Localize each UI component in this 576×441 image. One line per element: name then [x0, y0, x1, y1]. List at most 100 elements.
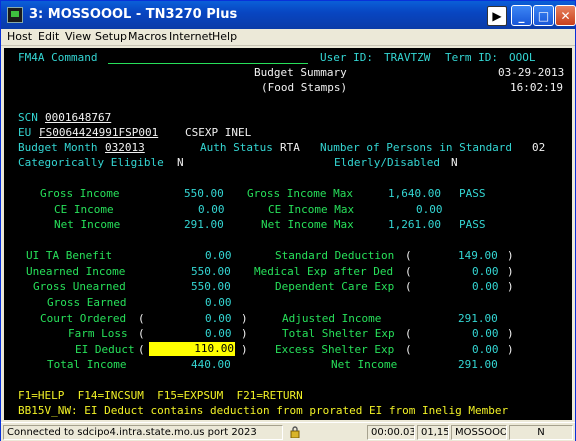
left-row-label: Gross Earned — [47, 296, 127, 309]
left-row-label: Farm Loss — [68, 327, 128, 340]
paren-close: ) — [241, 327, 248, 340]
net-income-label: Net Income — [54, 218, 121, 231]
terminal-app-icon[interactable] — [7, 7, 23, 23]
right-row-label: Excess Shelter Exp — [275, 343, 395, 356]
connection-status: Connected to sdcipo4.intra.state.mo.us p… — [3, 425, 283, 440]
message-line: BB15V_NW: EI Deduct contains deduction f… — [18, 404, 509, 417]
lock-icon — [290, 426, 300, 438]
eu-value: FS0064424991FSP001 — [39, 126, 159, 139]
ce-income-label: CE Income — [54, 203, 114, 216]
right-row-value: 291.00 — [458, 358, 498, 371]
user-id-label: User ID: — [320, 51, 373, 64]
persons-label: Number of Persons in Standard — [320, 141, 513, 154]
paren-open: ( — [405, 280, 412, 293]
paren-open: ( — [405, 343, 412, 356]
court-ordered-field[interactable]: 0.00 — [205, 312, 232, 325]
app-window: 3: MOSSOOOL - TN3270 Plus ▶ _ □ ✕ Host E… — [0, 0, 576, 441]
status-bar: Connected to sdcipo4.intra.state.mo.us p… — [1, 422, 575, 441]
left-row-label: EI Deduct — [75, 343, 135, 356]
term-id-label: Term ID: — [445, 51, 498, 64]
gross-income-max-label: Gross Income Max — [247, 187, 353, 200]
terminal-screen[interactable]: FM4A Command User ID: TRAVTZW Term ID: O… — [4, 48, 572, 420]
paren-open: ( — [405, 249, 412, 262]
auth-status-value: RTA — [280, 141, 300, 154]
eu-label: EU — [18, 126, 32, 139]
farm-loss-field[interactable]: 0.00 — [205, 327, 232, 340]
net-income-max-label: Net Income Max — [261, 218, 354, 231]
paren-open: ( — [138, 312, 145, 325]
paren-close: ) — [507, 265, 514, 278]
right-row-label: Total Shelter Exp — [282, 327, 395, 340]
paren-open: ( — [138, 327, 145, 340]
right-row-label: Net Income — [331, 358, 398, 371]
left-row-label: Total Income — [47, 358, 127, 371]
left-row-value: 440.00 — [191, 358, 231, 371]
paren-close: ) — [241, 343, 248, 356]
net-income-max-value: 1,261.00 — [388, 218, 441, 231]
paren-close: ) — [507, 343, 514, 356]
left-row-value: 0.00 — [205, 296, 232, 309]
paren-open: ( — [138, 343, 145, 356]
menu-edit[interactable]: Edit — [38, 30, 59, 43]
dependent-care-field[interactable]: 0.00 — [472, 280, 499, 293]
left-row-label: Gross Unearned — [33, 280, 126, 293]
eu-extra: CSEXP INEL — [185, 126, 252, 139]
play-macro-button[interactable]: ▶ — [487, 6, 507, 26]
net-income-result: PASS — [459, 218, 486, 231]
left-row-label: UI TA Benefit — [26, 249, 113, 262]
timer: 00:00.031 — [367, 425, 415, 440]
command-input[interactable] — [108, 51, 308, 64]
elderly-value: N — [451, 156, 458, 169]
auth-status-label: Auth Status — [200, 141, 273, 154]
excess-shelter-field[interactable]: 0.00 — [472, 343, 499, 356]
left-row-label: Unearned Income — [26, 265, 126, 278]
gross-income-result: PASS — [459, 187, 486, 200]
left-row-value: 550.00 — [191, 280, 231, 293]
screen-heading: Budget Summary — [254, 66, 347, 79]
menu-host[interactable]: Host — [7, 30, 32, 43]
menu-setup[interactable]: Setup — [95, 30, 127, 43]
mode-indicator: N — [509, 425, 573, 440]
paren-close: ) — [507, 249, 514, 262]
ce-income-max-value: 0.00 — [416, 203, 443, 216]
gross-income-max-value: 1,640.00 — [388, 187, 441, 200]
paren-open: ( — [405, 327, 412, 340]
screen-time: 16:02:19 — [510, 81, 563, 94]
standard-deduction-field[interactable]: 149.00 — [458, 249, 498, 262]
total-shelter-field[interactable]: 0.00 — [472, 327, 499, 340]
title-bar[interactable]: 3: MOSSOOOL - TN3270 Plus ▶ _ □ ✕ — [1, 1, 576, 29]
maximize-button[interactable]: □ — [533, 5, 554, 26]
menu-bar: Host Edit View Setup Macros Internet Hel… — [1, 29, 575, 46]
paren-close: ) — [507, 327, 514, 340]
left-row-label: Court Ordered — [40, 312, 127, 325]
minimize-button[interactable]: _ — [511, 5, 532, 26]
cat-elig-label: Categorically Eligible — [18, 156, 164, 169]
cat-elig-value: N — [177, 156, 184, 169]
ei-deduct-field[interactable]: 110.00 — [149, 342, 235, 356]
elderly-label: Elderly/Disabled — [334, 156, 440, 169]
term-id: OOOL — [509, 51, 536, 64]
screen-subheading: (Food Stamps) — [261, 81, 348, 94]
ce-income-max-label: CE Income Max — [268, 203, 355, 216]
right-row-label: Dependent Care Exp — [275, 280, 395, 293]
menu-macros[interactable]: Macros — [128, 30, 167, 43]
net-income-value: 291.00 — [184, 218, 224, 231]
medical-exp-field[interactable]: 0.00 — [472, 265, 499, 278]
menu-view[interactable]: View — [65, 30, 91, 43]
right-row-label: Standard Deduction — [275, 249, 395, 262]
budget-month-label: Budget Month — [18, 141, 98, 154]
budget-month-value: 032013 — [105, 141, 145, 154]
user-id: TRAVTZW — [384, 51, 431, 64]
scn-label: SCN — [18, 111, 38, 124]
ce-income-value: 0.00 — [198, 203, 225, 216]
close-button[interactable]: ✕ — [555, 5, 576, 26]
scn-value: 0001648767 — [45, 111, 112, 124]
paren-close: ) — [507, 280, 514, 293]
left-row-value: 0.00 — [205, 249, 232, 262]
gross-income-label: Gross Income — [40, 187, 120, 200]
screen-date: 03-29-2013 — [498, 66, 565, 79]
menu-internet[interactable]: Internet — [169, 30, 213, 43]
paren-close: ) — [241, 312, 248, 325]
menu-help[interactable]: Help — [212, 30, 237, 43]
right-row-label: Adjusted Income — [282, 312, 382, 325]
